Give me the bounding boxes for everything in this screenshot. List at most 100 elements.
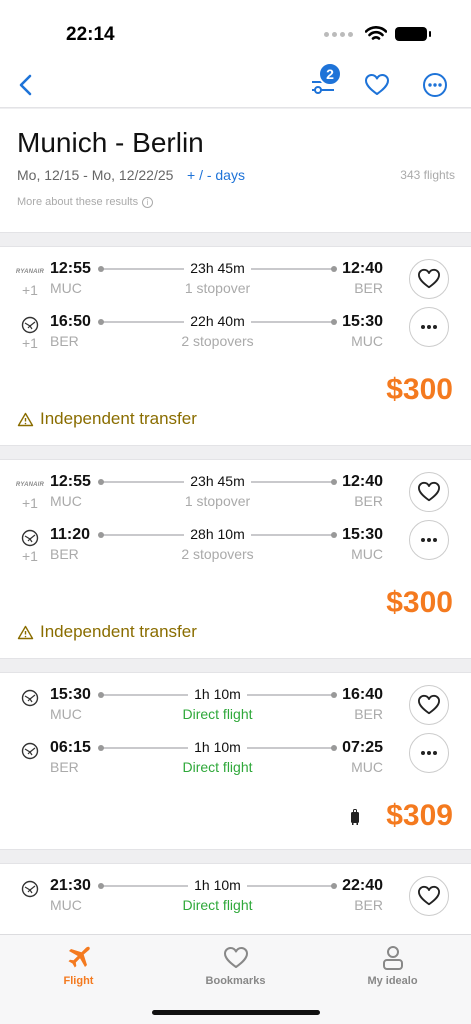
tab-flight[interactable]: Flight: [0, 935, 157, 995]
status-icons: [324, 26, 431, 42]
transfer-warning: Independent transfer: [17, 409, 197, 429]
inbound-leg: +1 11:20 BER 28h 10m 2 stopovers 15:30 M…: [0, 526, 471, 572]
flight-duration: 1h 10m: [188, 739, 247, 755]
route-title: Munich - Berlin: [17, 127, 204, 158]
arrival-airport: BER: [354, 897, 383, 913]
info-icon: i: [142, 196, 154, 208]
flight-duration: 23h 45m: [184, 260, 251, 276]
plus-day: +1: [22, 335, 38, 351]
flight-result-card[interactable]: 15:30 MUC 1h 10m Direct flight 16:40 BER…: [0, 672, 471, 850]
departure-time: 12:55: [50, 473, 91, 490]
lufthansa-logo: [20, 742, 40, 760]
arrival-time: 07:25: [342, 739, 383, 756]
arrival-time: 12:40: [342, 260, 383, 277]
lufthansa-crane-icon: [21, 742, 39, 760]
departure-time: 21:30: [50, 877, 91, 894]
flight-count: 343 flights: [400, 168, 455, 182]
arrival-airport: MUC: [351, 333, 383, 349]
arrival-airport: MUC: [351, 546, 383, 562]
tab-my-idealo[interactable]: My idealo: [314, 935, 471, 995]
departure-airport: BER: [50, 333, 79, 349]
more-options-button[interactable]: [409, 307, 449, 347]
flight-duration: 23h 45m: [184, 473, 251, 489]
departure-time: 12:55: [50, 260, 91, 277]
flight-duration: 1h 10m: [188, 877, 247, 893]
status-bar: 22:14: [0, 0, 471, 64]
heart-icon: [417, 694, 440, 715]
status-time: 22:14: [66, 24, 115, 45]
lufthansa-crane-icon: [21, 689, 39, 707]
more-options-button[interactable]: [409, 520, 449, 560]
bookmark-button[interactable]: [409, 259, 449, 299]
home-indicator: [152, 1010, 320, 1015]
lufthansa-logo: [20, 689, 40, 707]
ryanair-logo: RYANAIR: [15, 482, 45, 488]
more-options-button[interactable]: [409, 733, 449, 773]
departure-airport: BER: [50, 759, 79, 775]
arrival-time: 12:40: [342, 473, 383, 490]
plus-day: +1: [22, 548, 38, 564]
more-horizontal-icon: [421, 325, 437, 329]
lufthansa-logo: [20, 880, 40, 898]
departure-airport: BER: [50, 546, 79, 562]
departure-time: 15:30: [50, 686, 91, 703]
lufthansa-logo: [20, 316, 40, 334]
more-horizontal-icon: [423, 73, 447, 97]
flight-duration: 28h 10m: [184, 526, 251, 542]
person-icon: [380, 945, 406, 971]
lufthansa-crane-icon: [21, 880, 39, 898]
more-horizontal-icon: [421, 538, 437, 542]
more-horizontal-icon: [421, 751, 437, 755]
tab-bookmarks[interactable]: Bookmarks: [157, 935, 314, 995]
heart-icon: [417, 268, 440, 289]
departure-airport: MUC: [50, 897, 82, 913]
flight-result-card[interactable]: RYANAIR +1 12:55 MUC 23h 45m 1 stopover …: [0, 459, 471, 659]
carry-on-luggage-icon: [351, 809, 359, 825]
inbound-leg: +1 16:50 BER 22h 40m 2 stopovers 15:30 M…: [0, 313, 471, 359]
stopovers: 2 stopovers: [181, 333, 254, 349]
date-range[interactable]: Mo, 12/15 - Mo, 12/22/25: [17, 167, 173, 183]
outbound-leg: 21:30 MUC 1h 10m Direct flight 22:40 BER: [0, 877, 471, 923]
flight-result-card[interactable]: RYANAIR +1 12:55 MUC 23h 45m 1 stopover …: [0, 246, 471, 446]
more-about-results-link[interactable]: More about these results i: [17, 196, 154, 208]
lufthansa-crane-icon: [21, 529, 39, 547]
tab-label: Bookmarks: [205, 975, 266, 987]
outbound-leg: RYANAIR +1 12:55 MUC 23h 45m 1 stopover …: [0, 260, 471, 306]
back-button[interactable]: [10, 70, 40, 100]
signal-icon: [324, 31, 353, 37]
wifi-icon: [365, 26, 387, 40]
heart-icon: [417, 885, 440, 906]
heart-icon: [365, 74, 389, 95]
direct-flight-label: Direct flight: [182, 897, 253, 913]
price: $300: [386, 586, 453, 619]
transfer-warning-label: Independent transfer: [40, 409, 197, 428]
stopovers: 1 stopover: [184, 493, 251, 509]
lufthansa-crane-icon: [21, 316, 39, 334]
departure-airport: MUC: [50, 280, 82, 296]
departure-time: 11:20: [50, 526, 91, 543]
flex-days-link[interactable]: + / - days: [187, 167, 245, 183]
price: $300: [386, 373, 453, 406]
bookmark-search-button[interactable]: [362, 70, 392, 100]
transfer-warning-label: Independent transfer: [40, 622, 197, 641]
departure-airport: MUC: [50, 706, 82, 722]
bookmark-button[interactable]: [409, 685, 449, 725]
battery-icon: [395, 27, 431, 41]
plus-day: +1: [22, 495, 38, 511]
warning-icon: [17, 412, 34, 426]
arrival-time: 15:30: [342, 526, 383, 543]
ryanair-logo: RYANAIR: [15, 269, 45, 275]
flight-duration: 22h 40m: [184, 313, 251, 329]
more-about-label: More about these results: [17, 196, 139, 208]
bookmark-button[interactable]: [409, 876, 449, 916]
inbound-leg: 06:15 BER 1h 10m Direct flight 07:25 MUC: [0, 739, 471, 785]
price: $309: [386, 799, 453, 832]
arrival-time: 16:40: [342, 686, 383, 703]
more-options-button[interactable]: [420, 70, 450, 100]
plane-icon: [66, 945, 92, 971]
bookmark-button[interactable]: [409, 472, 449, 512]
outbound-leg: RYANAIR +1 12:55 MUC 23h 45m 1 stopover …: [0, 473, 471, 519]
filter-count-badge: 2: [318, 62, 342, 86]
departure-airport: MUC: [50, 493, 82, 509]
direct-flight-label: Direct flight: [182, 706, 253, 722]
